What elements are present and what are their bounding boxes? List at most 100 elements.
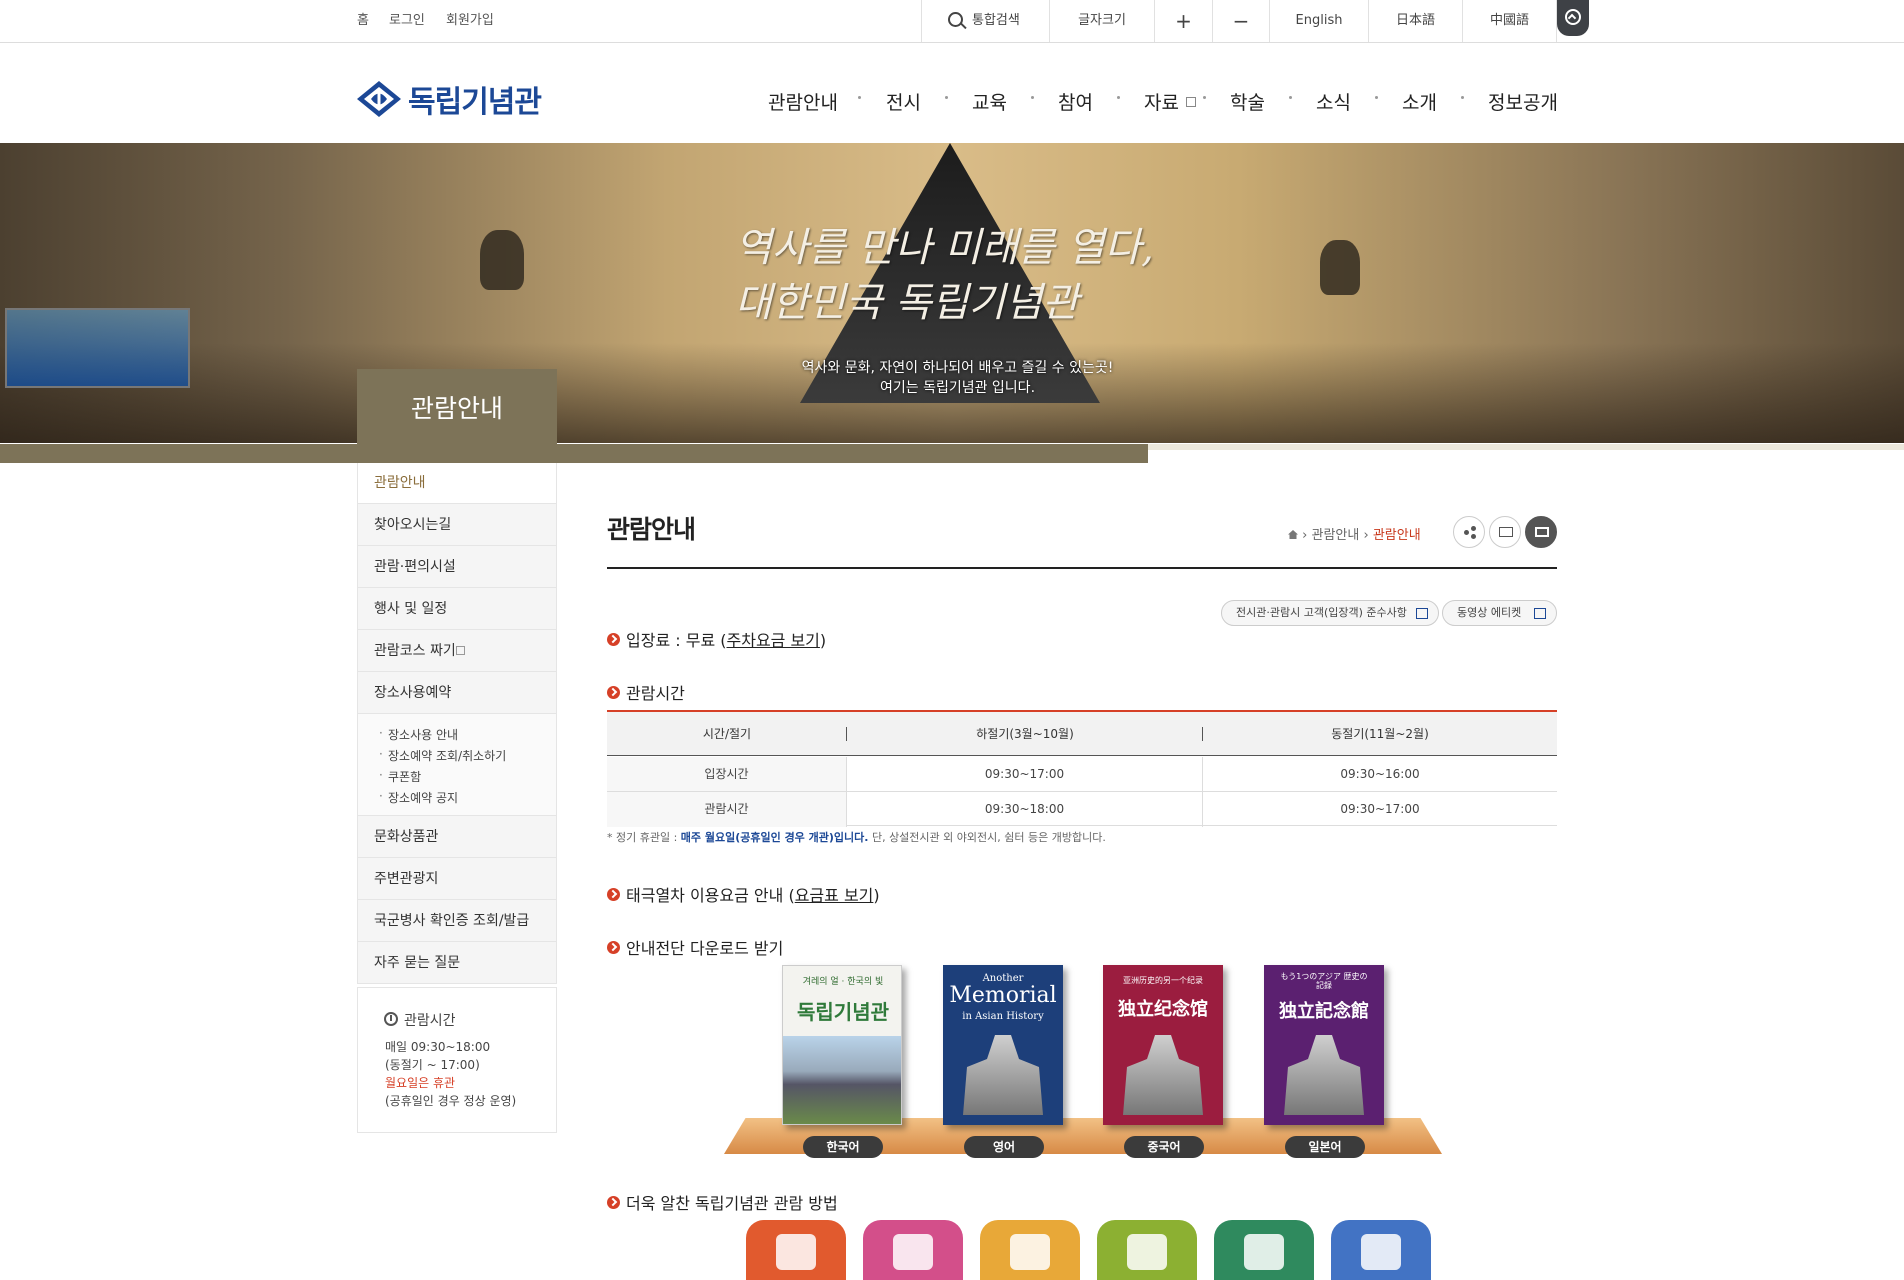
bullet-icon	[607, 633, 620, 646]
etiquette-video-button[interactable]: 동영상 에티켓	[1442, 600, 1557, 626]
email-button[interactable]	[1489, 516, 1521, 548]
table-row-label: 입장시간	[607, 757, 847, 792]
lnb-item-reservation[interactable]: 장소사용예약	[357, 672, 557, 714]
lang-chinese-link[interactable]: 中國語	[1462, 0, 1557, 42]
download-english-button[interactable]: 영어	[964, 1136, 1044, 1158]
gnb-visit[interactable]: 관람안내	[768, 88, 838, 115]
font-size-label: 글자크기	[1049, 0, 1154, 42]
building-image	[783, 1036, 901, 1124]
portrait-image	[1320, 240, 1360, 295]
closed-day-text: 월요일은 휴관	[385, 1076, 456, 1090]
lnb-item-tourism[interactable]: 주변관광지	[357, 858, 557, 900]
gnb-news[interactable]: 소식	[1316, 88, 1351, 115]
bullet-icon	[607, 686, 620, 699]
rules-label: 전시관·관람시 고객(입장객) 준수사항	[1236, 606, 1407, 619]
music-icon	[893, 1234, 933, 1270]
breadcrumb-item[interactable]: 관람안내	[1311, 528, 1359, 543]
brochure-korean[interactable]: 겨레의 얼 · 한국의 빛 독립기념관	[782, 965, 902, 1125]
download-heading: 안내전단 다운로드 받기	[626, 939, 784, 958]
gnb-participation[interactable]: 참여	[1058, 88, 1093, 115]
lnb-sub-item[interactable]: 장소예약 조회/취소하기	[379, 747, 506, 764]
camera-icon	[1127, 1234, 1167, 1270]
lnb-item-directions[interactable]: 찾아오시는길	[357, 504, 557, 546]
lnb-item-certificate[interactable]: 국군병사 확인증 조회/발급	[357, 900, 557, 942]
gnb-academic[interactable]: 학술	[1230, 88, 1265, 115]
scroll-top-button[interactable]	[1557, 0, 1589, 36]
share-icon	[1464, 526, 1476, 539]
site-header	[0, 43, 1904, 143]
gnb-education[interactable]: 교육	[972, 88, 1007, 115]
hours-title: 관람시간	[404, 1013, 456, 1029]
logo-text[interactable]: 독립기념관	[408, 77, 542, 121]
signup-link[interactable]: 회원가입	[446, 0, 494, 42]
external-link-icon	[456, 646, 465, 655]
breadcrumb-current: 관람안내	[1372, 528, 1421, 543]
banner-subtext: 여기는 독립기념관 입니다.	[879, 380, 1036, 396]
statue-image	[1284, 1035, 1364, 1115]
banner-subtext: 역사와 문화, 자연이 하나되어 배우고 즐길 수 있는곳!	[801, 360, 1114, 376]
banner-slogan: 대한민국 독립기념관	[735, 280, 1079, 326]
home-link[interactable]: 홈	[357, 0, 369, 42]
tip-tile-video[interactable]	[980, 1220, 1080, 1280]
tip-tile-photo[interactable]	[1097, 1220, 1197, 1280]
lnb-item-course[interactable]: 관람코스 짜기	[357, 630, 557, 672]
parking-fee-link[interactable]: 주차요금 보기	[727, 631, 820, 650]
hours-table: 시간/절기 하절기(3월~10월) 동절기(11월~2월) 입장시간 09:30…	[607, 710, 1557, 827]
table-header: 하절기(3월~10월)	[847, 712, 1203, 756]
tip-tile-program[interactable]	[863, 1220, 963, 1280]
tip-tile-audio[interactable]	[1214, 1220, 1314, 1280]
integrated-search-button[interactable]: 통합검색	[921, 0, 1049, 42]
lang-japanese-link[interactable]: 日本語	[1368, 0, 1462, 42]
lnb-sub-item[interactable]: 쿠폰함	[379, 768, 421, 785]
share-button[interactable]	[1453, 516, 1485, 548]
lnb-item-shop[interactable]: 문화상품관	[357, 816, 557, 858]
download-chinese-button[interactable]: 중국어	[1124, 1136, 1204, 1158]
brochure-japanese[interactable]: もう1つのアジア 歴史の記録 独立記念館	[1264, 965, 1384, 1125]
section-band	[0, 444, 1148, 463]
lnb-item-events[interactable]: 행사 및 일정	[357, 588, 557, 630]
bullet-icon	[607, 941, 620, 954]
lang-english-link[interactable]: English	[1269, 0, 1368, 42]
gnb-exhibition[interactable]: 전시	[886, 88, 921, 115]
gnb-archive[interactable]: 자료	[1144, 88, 1179, 115]
print-button[interactable]	[1525, 516, 1557, 548]
tip-tile-guide[interactable]	[746, 1220, 846, 1280]
lnb-sub-item[interactable]: 장소예약 공지	[379, 789, 458, 806]
rules-button[interactable]: 전시관·관람시 고객(입장객) 준수사항	[1221, 600, 1439, 626]
guide-icon	[776, 1234, 816, 1270]
font-decrease-button[interactable]: −	[1212, 0, 1269, 42]
table-header: 시간/절기	[607, 712, 847, 756]
breadcrumb: › 관람안내 › 관람안내	[1288, 524, 1421, 543]
table-row-label: 관람시간	[607, 792, 847, 827]
print-icon	[1535, 527, 1549, 537]
hours-info-box: 관람시간 매일 09:30~18:00 (동절기 ~ 17:00) 월요일은 휴…	[357, 987, 557, 1133]
lnb-item-visit[interactable]: 관람안내	[357, 463, 557, 504]
tip-tile-app[interactable]	[1331, 1220, 1431, 1280]
login-link[interactable]: 로그인	[389, 0, 425, 42]
brochure-chinese[interactable]: 亚洲历史的另一个纪录 独立纪念馆	[1103, 965, 1223, 1125]
home-icon[interactable]	[1288, 530, 1298, 539]
statue-image	[963, 1035, 1043, 1115]
logo-icon[interactable]	[356, 80, 402, 118]
gnb-disclosure[interactable]: 정보공개	[1488, 88, 1558, 115]
download-korean-button[interactable]: 한국어	[803, 1136, 883, 1158]
closure-note: * 정기 휴관일 : 매주 월요일(공휴일인 경우 개관)입니다. 단, 상설전…	[607, 831, 1106, 844]
admission-info: 입장료 : 무료 (주차요금 보기)	[626, 631, 827, 650]
lnb-item-facilities[interactable]: 관람·편의시설	[357, 546, 557, 588]
gnb-about[interactable]: 소개	[1402, 88, 1437, 115]
portrait-image	[480, 230, 524, 290]
lnb-item-course-label: 관람코스 짜기	[374, 643, 456, 659]
mail-icon	[1499, 527, 1513, 537]
banner-slogan: 역사를 만나 미래를 열다,	[735, 225, 1154, 271]
lnb-sub-item[interactable]: 장소사용 안내	[379, 726, 458, 743]
hours-text: (공휴일인 경우 정상 운영)	[385, 1094, 517, 1108]
download-japanese-button[interactable]: 일본어	[1285, 1136, 1365, 1158]
train-fee-info: 태극열차 이용요금 안내 (요금표 보기)	[626, 886, 880, 905]
font-increase-button[interactable]: +	[1154, 0, 1212, 42]
page-title: 관람안내	[607, 515, 696, 544]
lnb-item-faq[interactable]: 자주 묻는 질문	[357, 942, 557, 984]
bullet-icon	[607, 1196, 620, 1209]
brochure-english[interactable]: Another Memorial in Asian History	[943, 965, 1063, 1125]
smartphone-icon	[1361, 1234, 1401, 1270]
fee-table-link[interactable]: 요금표 보기	[795, 886, 874, 905]
